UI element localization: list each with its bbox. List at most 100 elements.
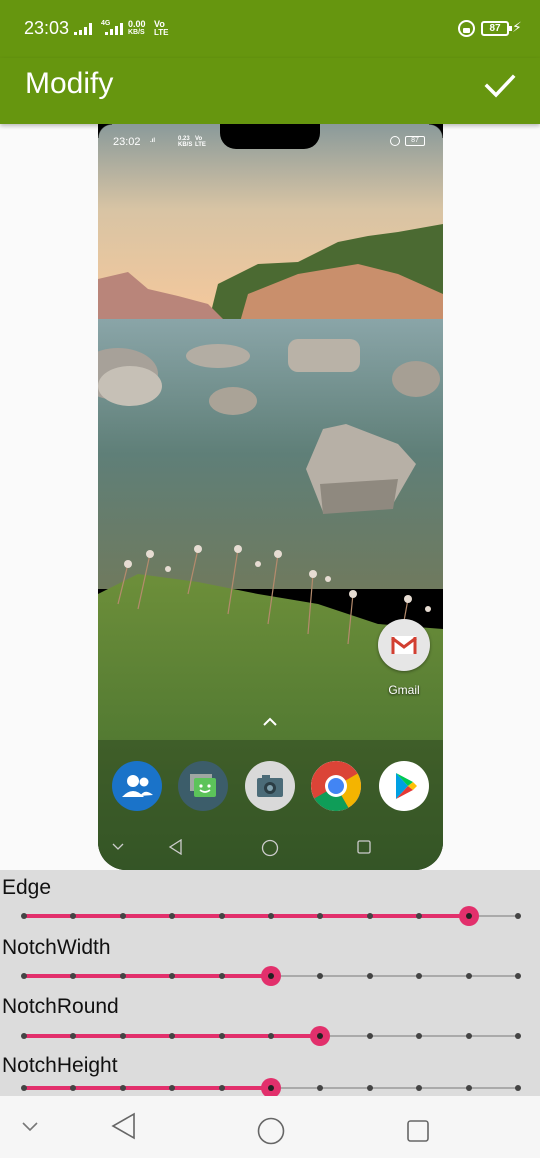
slider-tick [70,913,77,919]
slider-tick [366,1085,373,1091]
notch-width-slider[interactable] [21,964,521,988]
slider-tick [169,913,176,919]
network-rate-unit: KB/S [128,29,145,36]
edge-slider[interactable] [21,904,521,928]
preview-network-unit: KB/S [178,142,193,148]
slider-tick [416,973,423,979]
slider-thumb[interactable] [310,1026,331,1046]
page-title: Modify [25,67,114,100]
messaging-app[interactable] [178,761,228,811]
battery-icon: 87 [481,21,512,36]
slider-tick [366,973,373,979]
notch-preview: 23:02 .ıl 0.23 KB/S Vo LTE 87 Gmail [98,124,443,870]
slider-thumb[interactable] [458,906,479,926]
messaging-icon [190,774,216,797]
slider-tick [515,1085,521,1091]
slider-tick [317,913,324,919]
battery-level: 87 [489,23,501,34]
settings-panel: Edge NotchWidth NotchRound NotchHeight [0,870,540,1098]
signal-icon-2 [105,22,123,35]
network-rate: 0.00 [128,19,146,29]
slider-track-fill [24,974,271,978]
slider-thumb[interactable] [261,1078,281,1098]
preview-recents-icon [357,840,371,854]
slider-tick [70,1085,77,1091]
lte-label: LTE [154,28,169,37]
preview-notch [220,124,320,149]
slider-tick [366,913,373,919]
slider-tick [21,1085,27,1091]
slider-tick [416,1033,423,1039]
contacts-app[interactable] [112,761,162,811]
slider-tick [119,1033,126,1039]
status-time: 23:03 [24,18,70,38]
slider-tick [169,1085,176,1091]
preview-lte: LTE [195,142,206,148]
confirm-button[interactable] [480,66,520,106]
camera-app[interactable] [245,761,295,811]
play-store-icon [396,773,417,799]
slider-tick [416,913,423,919]
rotation-lock-icon [458,20,475,37]
preview-collapse-icon [112,843,124,850]
charging-icon: ⚡ [512,19,522,35]
slider-tick [268,1033,274,1039]
preview-edge-right [429,124,443,138]
preview-battery-icon: 87 [405,136,425,146]
preview-lock-icon [390,136,400,146]
gmail-label: Gmail [388,683,420,697]
slider-tick [317,1085,324,1091]
gmail-icon [391,636,417,654]
slider-tick [70,973,77,979]
slider-tick [119,973,126,979]
notch-width-label: NotchWidth [2,936,111,959]
chrome-app[interactable] [311,761,361,811]
volte-label: Vo [154,19,165,29]
slider-track-fill [24,914,469,918]
contacts-icon [122,775,153,797]
app-bar: Modify [0,58,540,124]
slider-tick [416,1085,423,1091]
slider-thumb[interactable] [261,966,281,986]
preview-status-time: 23:02 [113,136,141,148]
camera-icon [257,775,283,797]
check-icon [484,74,516,98]
slider-tick [218,1085,225,1091]
slider-tick [515,913,521,919]
slider-tick [268,913,274,919]
slider-tick [21,913,27,919]
collapse-icon[interactable] [20,1120,40,1134]
slider-tick [169,1033,176,1039]
slider-tick [317,973,324,979]
preview-battery-level: 87 [411,137,419,144]
slider-tick [70,1033,77,1039]
home-icon[interactable] [256,1116,286,1146]
slider-tick [21,973,27,979]
slider-tick [119,1085,126,1091]
preview-home-icon [261,839,279,857]
slider-tick [218,913,225,919]
slider-tick [218,973,225,979]
slider-tick [366,1033,373,1039]
preview-back-icon [168,839,182,855]
gmail-shortcut[interactable] [378,619,430,671]
slider-tick [515,1033,521,1039]
slider-tick [515,973,521,979]
back-icon[interactable] [111,1112,137,1140]
slider-tick [218,1033,225,1039]
edge-label: Edge [2,876,52,899]
notch-round-label: NotchRound [2,995,119,1018]
notch-height-label: NotchHeight [2,1054,118,1077]
slider-tick [119,913,126,919]
chrome-icon [311,761,361,811]
slider-tick [21,1033,27,1039]
play-store-app[interactable] [379,761,429,811]
slider-track-fill [24,1086,271,1090]
recents-icon[interactable] [405,1118,431,1144]
status-bar: 23:03 4G 0.00 KB/S Vo LTE 87 ⚡ [0,0,540,58]
slider-tick [169,973,176,979]
notch-round-slider[interactable] [21,1024,521,1048]
slider-tick [465,1033,472,1039]
app-drawer-arrow-icon[interactable] [260,715,280,727]
preview-edge-left [98,124,112,138]
